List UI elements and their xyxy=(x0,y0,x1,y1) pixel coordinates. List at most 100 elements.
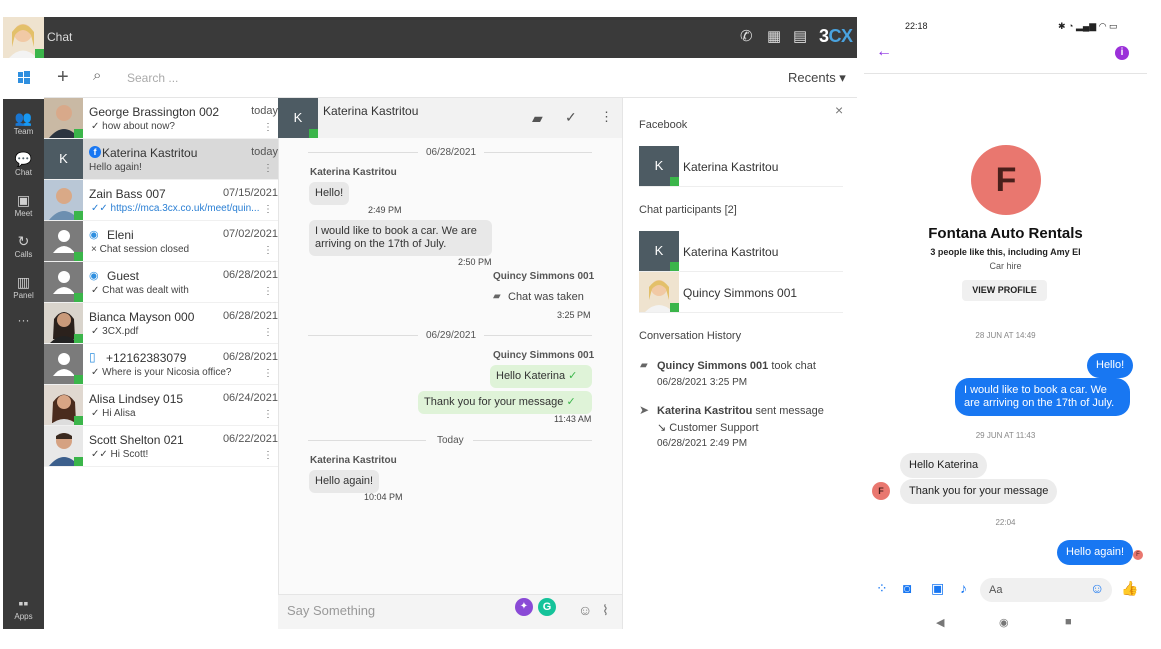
avatar xyxy=(44,262,83,302)
nav-team[interactable]: 👥 Team xyxy=(3,103,44,143)
message-sender: Katerina Kastritou xyxy=(310,455,397,466)
avatar xyxy=(44,426,83,466)
received-bubble: Hello Katerina xyxy=(900,453,988,478)
date-separator: 22:04 xyxy=(995,518,1016,527)
more-icon[interactable]: ⋮ xyxy=(263,122,273,133)
camera-icon[interactable]: ◙ xyxy=(903,580,911,596)
date-separator: 29 JUN AT 11:43 xyxy=(975,431,1036,440)
back-arrow-icon[interactable]: ← xyxy=(876,43,892,61)
sent-bubble: Hello! xyxy=(1087,353,1134,378)
system-message: Chat was taken xyxy=(508,291,584,303)
avatar xyxy=(44,344,83,384)
chat-header: K Katerina Kastritou ▰ ✓ ⋮ xyxy=(278,98,622,138)
nav-rail: 👥 Team 💬 Chat ▣ Meet ↻ Calls ▥ Panel ··· ▪▪ Ap… xyxy=(3,58,44,629)
ai-assist-icon[interactable]: ✦ xyxy=(515,598,533,616)
gallery-icon[interactable]: ▣ xyxy=(931,580,944,597)
meet-icon: ▣ xyxy=(16,192,31,208)
more-icon[interactable]: ⋮ xyxy=(263,245,273,256)
avatar: K xyxy=(639,146,679,186)
divider xyxy=(484,335,592,336)
status-time: 22:18 xyxy=(905,21,928,31)
conversation-item[interactable]: George Brassington 002 today ✓ how about … xyxy=(44,98,278,139)
search-input[interactable]: Search ... xyxy=(127,71,178,85)
user-avatar[interactable] xyxy=(3,17,44,58)
participant-item[interactable]: K Katerina Kastritou xyxy=(639,231,843,272)
phonebook-icon[interactable]: ▤ xyxy=(793,27,807,45)
nav-chat[interactable]: 💬 Chat xyxy=(3,144,44,184)
grammarly-icon[interactable]: G xyxy=(538,598,556,616)
more-icon[interactable]: ⋮ xyxy=(263,450,273,461)
source-label: Facebook xyxy=(639,119,688,131)
conversation-list: George Brassington 002 today ✓ how about … xyxy=(44,98,278,470)
conversation-item[interactable]: ◉ Eleni 07/02/2021 × Chat session closed ⋮ xyxy=(44,221,278,262)
microphone-icon[interactable]: ♪ xyxy=(960,580,967,596)
history-queue: ↘ Customer Support xyxy=(657,422,759,434)
sms-icon: ▯ xyxy=(89,350,96,364)
conversation-item[interactable]: Scott Shelton 021 06/22/2021 ✓✓ Hi Scott!… xyxy=(44,426,278,467)
nav-meet[interactable]: ▣ Meet xyxy=(3,185,44,225)
recents-dropdown[interactable]: Recents ▾ xyxy=(788,70,846,86)
divider xyxy=(473,440,592,441)
conversation-item[interactable]: Bianca Mayson 000 06/28/2021 ✓ 3CX.pdf ⋮ xyxy=(44,303,278,344)
attach-icon[interactable]: ⌇ xyxy=(602,602,609,619)
close-icon[interactable]: × xyxy=(835,102,843,118)
phone-icon[interactable]: ✆ xyxy=(740,27,753,45)
more-icon[interactable]: ⋮ xyxy=(263,204,273,215)
message-input-placeholder: Aa xyxy=(989,584,1003,596)
date-separator: 06/28/2021 xyxy=(426,147,477,158)
qr-code-icon[interactable]: ▦ xyxy=(767,27,781,45)
sender-avatar: F xyxy=(872,482,890,500)
contact-card[interactable]: K Katerina Kastritou xyxy=(639,146,843,187)
check-icon[interactable]: ✓ xyxy=(565,109,577,126)
seen-avatar: F xyxy=(1133,550,1143,560)
nav-recents-icon[interactable]: ■ xyxy=(1065,616,1072,628)
divider xyxy=(484,152,592,153)
like-thumb-icon[interactable]: 👍 xyxy=(1121,580,1138,597)
team-icon: 👥 xyxy=(14,110,33,126)
top-bar: Chat ✆ ▦ ▤ 3CX xyxy=(3,17,857,58)
more-icon[interactable]: ⋮ xyxy=(263,286,273,297)
more-icon[interactable]: ⋮ xyxy=(263,327,273,338)
nav-back-icon[interactable]: ◀ xyxy=(936,616,944,629)
message-time: 3:25 PM xyxy=(557,310,591,320)
more-icon[interactable]: ⋮ xyxy=(263,163,273,174)
conversation-item-selected[interactable]: K Katerina Kastritou f today Hello again… xyxy=(44,139,278,180)
message-sender: Quincy Simmons 001 xyxy=(493,271,595,282)
page-category: Car hire xyxy=(989,261,1022,271)
nav-home-icon[interactable]: ◉ xyxy=(999,616,1009,629)
system-message-icon: ▰ xyxy=(493,291,501,302)
message-time: 10:04 PM xyxy=(364,492,403,502)
message-time: 2:49 PM xyxy=(368,205,402,215)
apps-grid-icon[interactable]: ⁘ xyxy=(876,580,888,597)
read-check-icon: ✓ xyxy=(568,370,578,382)
conversation-item[interactable]: ◉ Guest 06/28/2021 ✓ Chat was dealt with ⋮ xyxy=(44,262,278,303)
conversation-item[interactable]: ▯ +12162383079 06/28/2021 ✓ Where is your… xyxy=(44,344,278,385)
message-sender: Quincy Simmons 001 xyxy=(493,350,595,361)
nav-more[interactable]: ··· xyxy=(3,313,44,353)
message-input[interactable]: Say Something xyxy=(287,603,375,618)
emoji-icon[interactable]: ☺ xyxy=(1090,580,1104,596)
view-profile-button[interactable]: VIEW PROFILE xyxy=(962,280,1047,301)
nav-calls[interactable]: ↻ Calls xyxy=(3,226,44,266)
more-icon[interactable]: ⋮ xyxy=(263,368,273,379)
info-icon[interactable]: i xyxy=(1115,46,1129,60)
participants-label: Chat participants [2] xyxy=(639,204,737,216)
add-icon[interactable]: + xyxy=(57,66,69,89)
divider xyxy=(308,152,418,153)
windows-logo[interactable] xyxy=(3,58,44,99)
read-check-icon: ✓ xyxy=(566,396,576,408)
transcript-icon[interactable]: ▰ xyxy=(532,110,543,127)
conversation-item[interactable]: Zain Bass 007 07/15/2021 ✓✓ https://mca.3… xyxy=(44,180,278,221)
nav-apps[interactable]: ▪▪ Apps xyxy=(3,588,44,628)
more-icon[interactable]: ⋮ xyxy=(600,109,613,125)
nav-panel[interactable]: ▥ Panel xyxy=(3,267,44,307)
conversation-item[interactable]: Alisa Lindsey 015 06/24/2021 ✓ Hi Alisa ⋮ xyxy=(44,385,278,426)
message-time: 2:50 PM xyxy=(458,257,492,267)
message-bubble: Thank you for your message ✓ xyxy=(418,391,592,414)
search-icon[interactable]: ⌕ xyxy=(93,67,101,84)
participant-item[interactable]: Quincy Simmons 001 xyxy=(639,272,843,313)
calls-icon: ↻ xyxy=(17,233,30,249)
more-icon[interactable]: ⋮ xyxy=(263,409,273,420)
emoji-icon[interactable]: ☺ xyxy=(578,602,592,618)
app-title: Chat xyxy=(47,30,73,44)
